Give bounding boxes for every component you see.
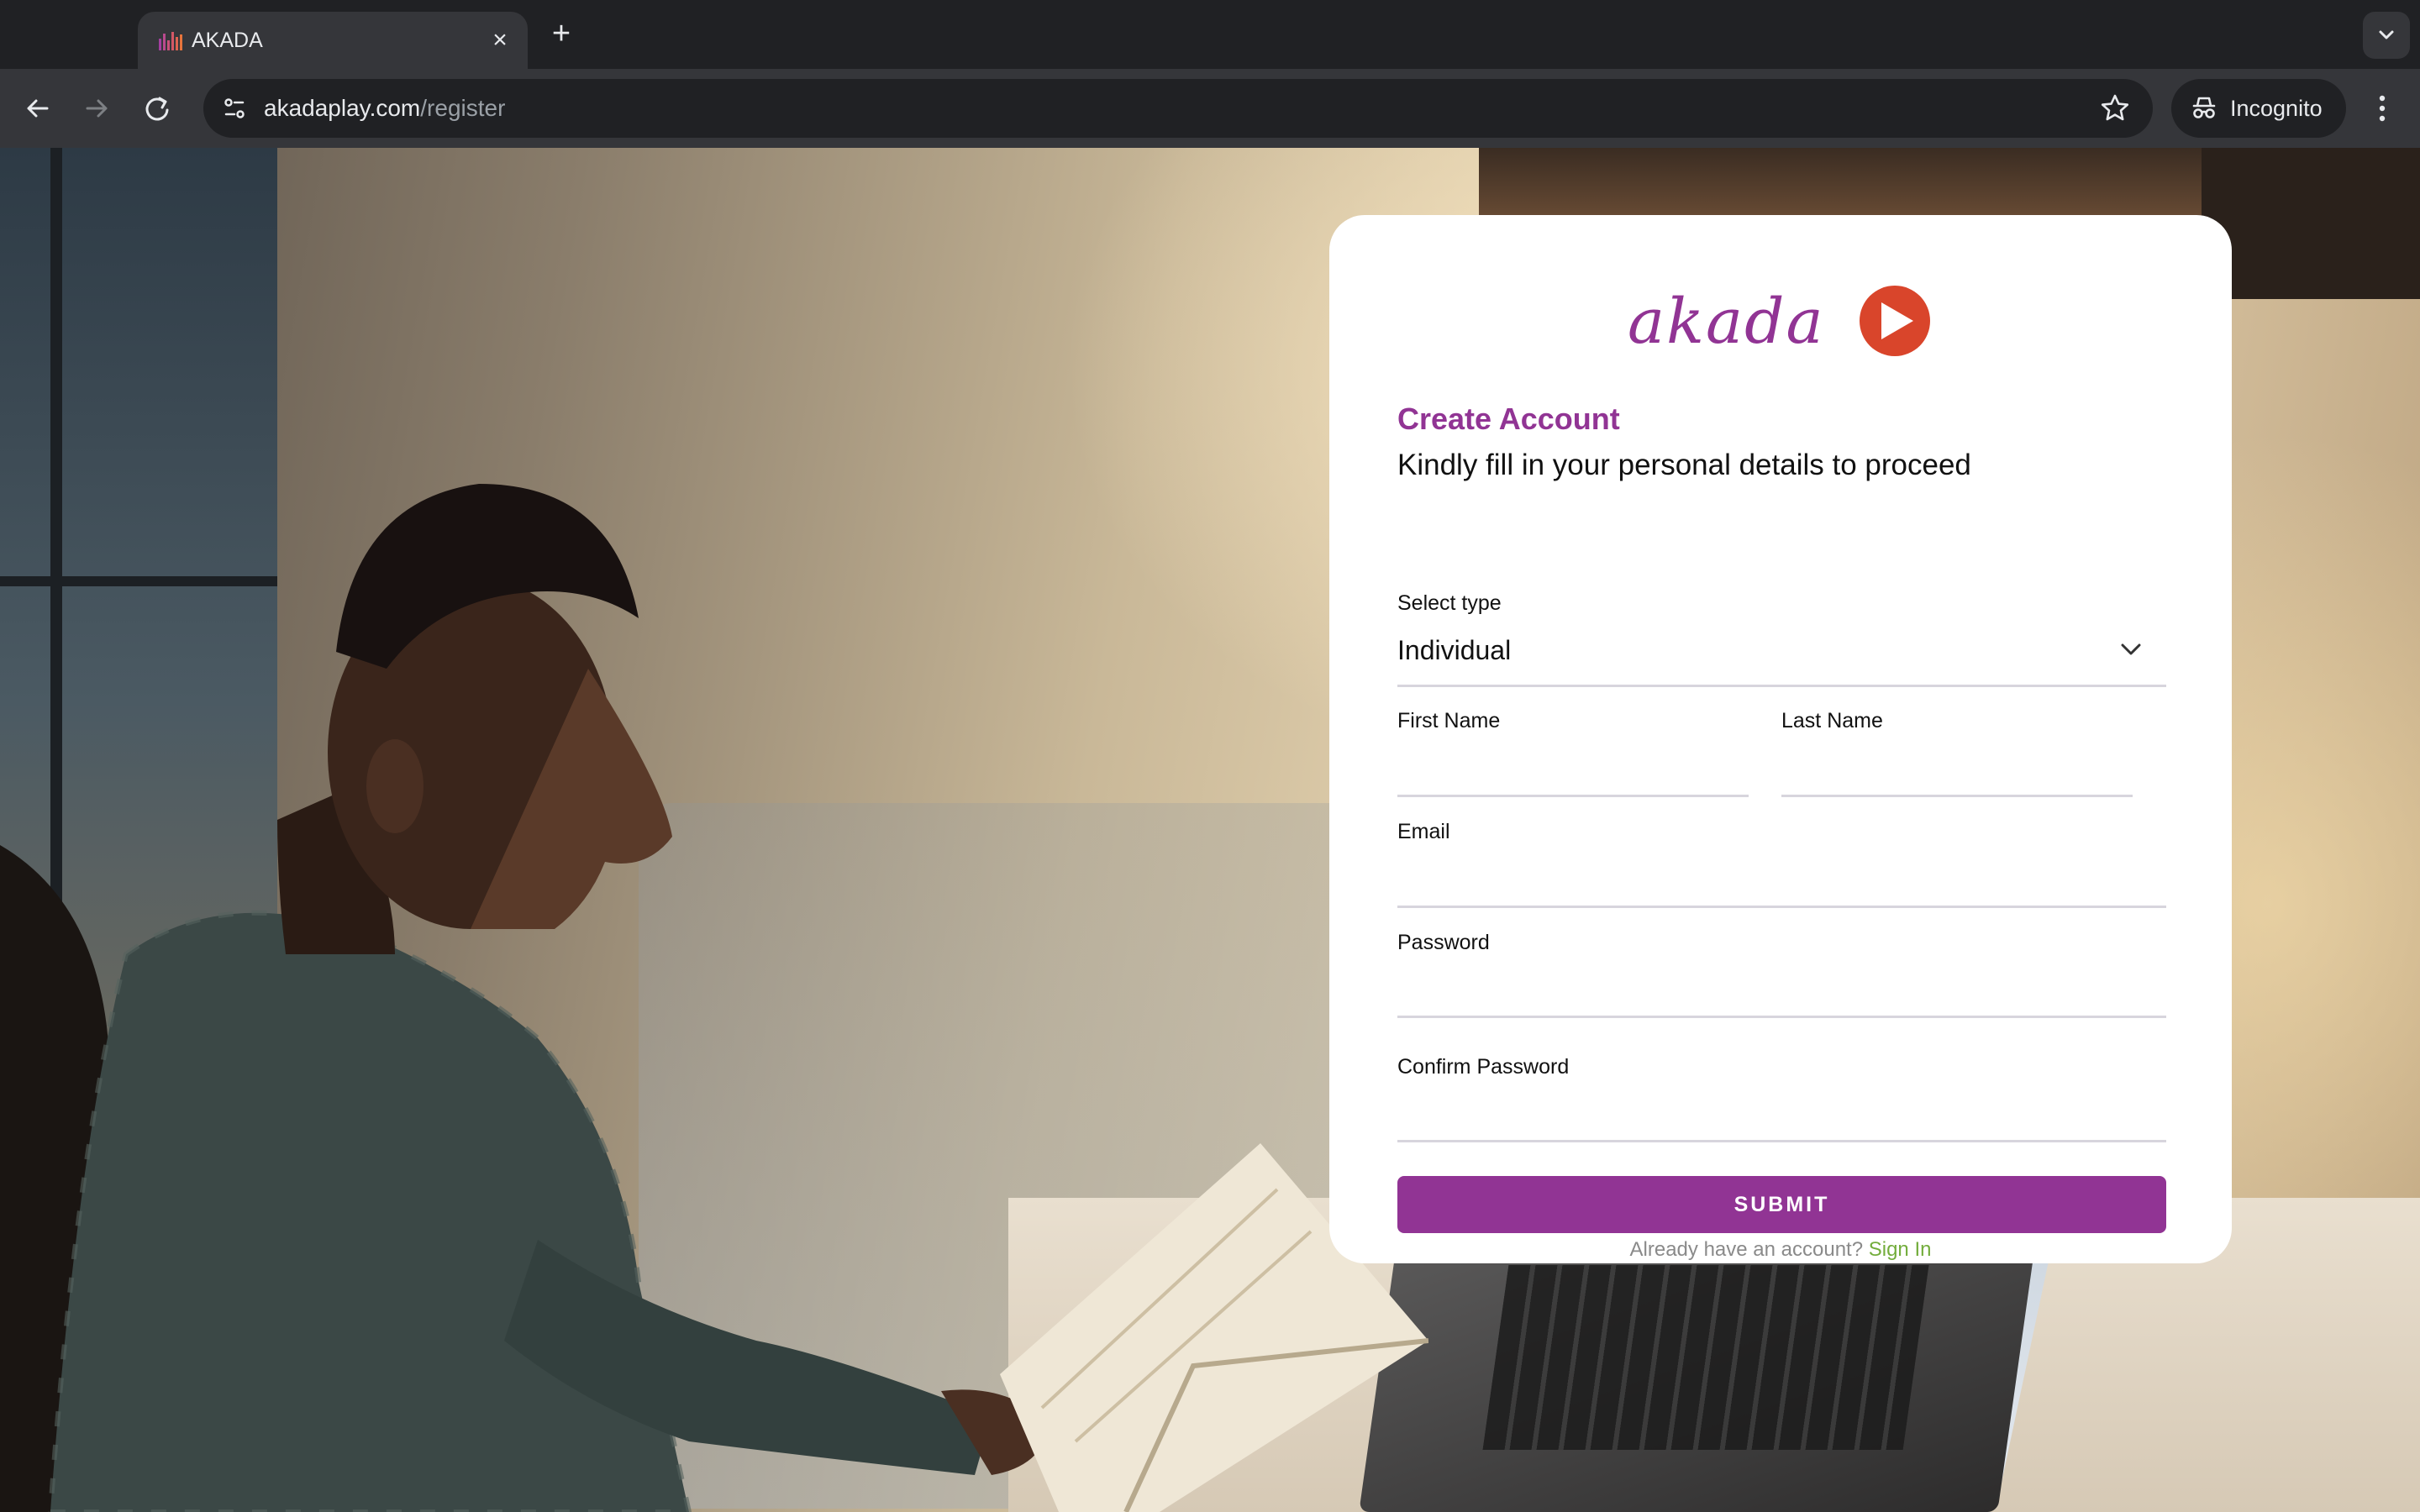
email-underline bbox=[1397, 906, 2166, 908]
incognito-indicator[interactable]: Incognito bbox=[2171, 79, 2346, 138]
select-type-label: Select type bbox=[1397, 591, 1502, 615]
tab-title: AKADA bbox=[192, 29, 263, 52]
signin-prompt-row: Already have an account? Sign In bbox=[1329, 1238, 2232, 1262]
more-vert-icon[interactable] bbox=[2368, 87, 2396, 129]
email-label: Email bbox=[1397, 820, 1450, 843]
background-laptop-keyboard bbox=[1482, 1265, 1929, 1450]
address-bar[interactable]: akadaplay.com/register bbox=[203, 79, 2153, 138]
select-type-value[interactable]: Individual bbox=[1397, 635, 1511, 666]
signin-prompt-text: Already have an account? bbox=[1629, 1238, 1864, 1261]
back-arrow-icon[interactable] bbox=[17, 87, 59, 129]
page-viewport: akada Create Account Kindly fill in your… bbox=[0, 148, 2420, 1512]
chevron-down-icon bbox=[2379, 30, 2394, 39]
first-name-underline bbox=[1397, 795, 1749, 797]
background-corner bbox=[2202, 148, 2420, 299]
svg-text:akada: akada bbox=[1628, 286, 1825, 358]
chevron-down-icon[interactable] bbox=[2116, 637, 2146, 662]
register-card: akada Create Account Kindly fill in your… bbox=[1329, 215, 2232, 1263]
select-type-dropdown[interactable] bbox=[1397, 627, 2166, 677]
last-name-label: Last Name bbox=[1781, 709, 1883, 732]
akada-bars-icon bbox=[159, 32, 182, 50]
url-host: akadaplay.com bbox=[264, 95, 421, 121]
close-icon[interactable]: × bbox=[486, 26, 514, 55]
browser-toolbar: akadaplay.com/register Incognito bbox=[0, 69, 2420, 148]
page-title: Create Account bbox=[1397, 402, 1620, 436]
password-input[interactable] bbox=[1397, 964, 2166, 1011]
star-icon[interactable] bbox=[2097, 91, 2133, 126]
url-text: akadaplay.com/register bbox=[264, 79, 505, 138]
confirm-password-input[interactable] bbox=[1397, 1089, 2166, 1136]
password-underline bbox=[1397, 1016, 2166, 1018]
browser-tab[interactable]: AKADA × bbox=[138, 12, 528, 69]
first-name-label: First Name bbox=[1397, 709, 1501, 732]
first-name-input[interactable] bbox=[1397, 743, 1749, 790]
email-input[interactable] bbox=[1397, 853, 2166, 900]
confirm-password-label: Confirm Password bbox=[1397, 1055, 1570, 1079]
last-name-input[interactable] bbox=[1781, 743, 2133, 790]
incognito-label: Incognito bbox=[2230, 96, 2323, 121]
url-path: /register bbox=[420, 95, 506, 121]
tab-search-button[interactable] bbox=[2363, 12, 2410, 59]
reload-icon[interactable] bbox=[136, 87, 178, 129]
signin-link[interactable]: Sign In bbox=[1869, 1238, 1932, 1261]
confirm-password-underline bbox=[1397, 1140, 2166, 1142]
plus-icon[interactable]: + bbox=[544, 17, 578, 50]
submit-button[interactable]: SUBMIT bbox=[1397, 1176, 2166, 1233]
tab-strip: AKADA × + bbox=[0, 0, 2420, 69]
site-info-icon[interactable] bbox=[215, 89, 254, 128]
page-subtitle: Kindly fill in your personal details to … bbox=[1397, 449, 1971, 481]
background-person-reading bbox=[0, 484, 1428, 1512]
incognito-icon bbox=[2192, 97, 2216, 118]
password-label: Password bbox=[1397, 931, 1490, 954]
last-name-underline bbox=[1781, 795, 2133, 797]
akada-logo: akada bbox=[1628, 286, 1930, 358]
select-type-underline bbox=[1397, 685, 2166, 687]
forward-arrow-icon[interactable] bbox=[76, 87, 118, 129]
